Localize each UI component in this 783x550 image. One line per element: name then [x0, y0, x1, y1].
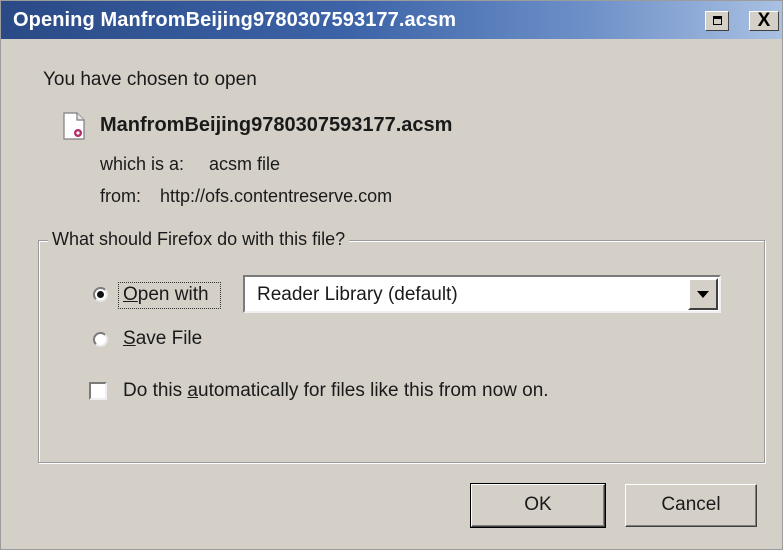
dropdown-button[interactable] [688, 278, 718, 310]
acsm-file-icon [63, 112, 85, 140]
application-select[interactable]: Reader Library (default) [243, 275, 721, 313]
open-with-radio[interactable] [93, 287, 108, 302]
title-bar[interactable]: Opening ManfromBeijing9780307593177.acsm… [1, 1, 782, 39]
save-file-label-text: ave File [135, 328, 203, 349]
open-with-label-text: pen with [137, 284, 209, 305]
auto-action-label-start: Do this [123, 380, 188, 401]
restore-icon [713, 16, 722, 25]
file-source-value: http://ofs.contentreserve.com [160, 186, 393, 206]
application-select-value: Reader Library (default) [257, 284, 458, 305]
ok-button[interactable]: OK [470, 483, 606, 528]
action-group-legend: What should Firefox do with this file? [48, 229, 350, 250]
save-file-accel: S [123, 328, 136, 349]
open-with-accel: O [123, 284, 138, 305]
file-type-label: which is a: [100, 154, 185, 174]
action-group-box [38, 240, 765, 463]
window-title: Opening ManfromBeijing9780307593177.acsm [13, 9, 457, 31]
chevron-down-icon [697, 291, 709, 298]
radio-selected-dot [97, 291, 104, 298]
auto-action-accel: a [187, 380, 198, 401]
file-name: ManfromBeijing9780307593177.acsm [100, 114, 453, 136]
close-button[interactable]: X [749, 10, 779, 31]
open-with-label[interactable]: Open with [123, 284, 209, 306]
file-source-label: from: [100, 186, 142, 206]
save-file-label[interactable]: Save File [123, 328, 202, 350]
cancel-button[interactable]: Cancel [625, 484, 757, 527]
auto-action-label[interactable]: Do this automatically for files like thi… [123, 380, 549, 402]
close-icon: X [757, 10, 771, 31]
file-type-value: acsm file [209, 154, 281, 174]
save-file-radio[interactable] [93, 332, 108, 347]
file-open-dialog: Opening ManfromBeijing9780307593177.acsm… [0, 0, 783, 550]
auto-action-label-end: utomatically for files like this from no… [198, 380, 549, 401]
intro-text: You have chosen to open [43, 69, 257, 90]
auto-action-checkbox[interactable] [89, 382, 107, 400]
restore-button[interactable] [705, 11, 729, 31]
